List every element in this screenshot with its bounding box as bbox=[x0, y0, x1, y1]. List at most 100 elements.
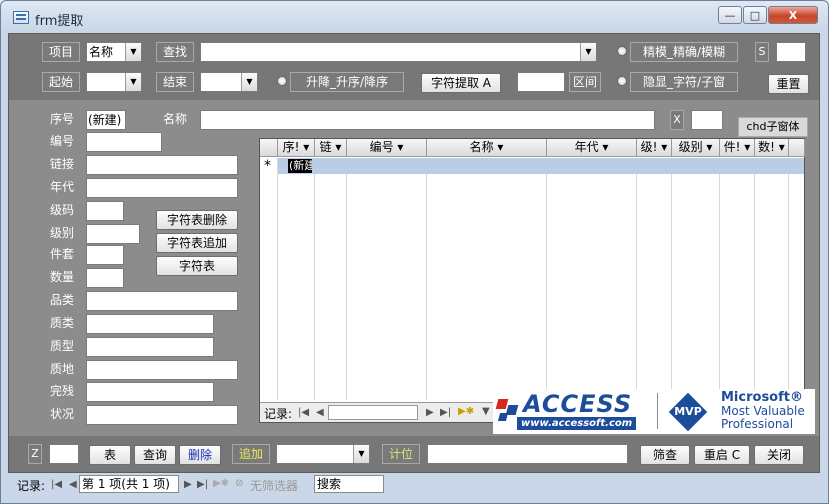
z-field[interactable] bbox=[49, 444, 79, 464]
extract-button[interactable]: 字符提取 A bbox=[421, 73, 501, 93]
dropdown-arrow-icon[interactable]: ▼ bbox=[125, 73, 141, 91]
mvp-line1-text: Most Valuable bbox=[721, 404, 805, 418]
zhixing-field[interactable] bbox=[86, 337, 214, 357]
field-label-jibie: 级别 bbox=[50, 226, 75, 240]
niandai-field[interactable] bbox=[86, 178, 238, 198]
subform-record-label: 记录: bbox=[264, 407, 293, 421]
field-label-jima: 级码 bbox=[50, 203, 75, 217]
dropdown-arrow-icon[interactable]: ▼ bbox=[580, 43, 596, 61]
qujian-field[interactable] bbox=[517, 72, 565, 92]
column-header-jiantao[interactable]: 件! ▾ bbox=[720, 139, 755, 157]
lianjie-field[interactable] bbox=[86, 155, 238, 175]
new-row-xuhao-cell[interactable]: (新建 bbox=[288, 159, 312, 173]
grid-column-line bbox=[278, 158, 315, 400]
char-table-delete-button[interactable]: 字符表删除 bbox=[156, 210, 238, 230]
x-label: X bbox=[670, 110, 684, 130]
wancan-field[interactable] bbox=[86, 382, 214, 402]
subform-datasheet[interactable]: 序! ▾ 链 ▾ 编号 ▾ 名称 ▾ 年代 ▾ 级! ▾ 级别 ▾ 件! ▾ 数… bbox=[259, 138, 805, 423]
column-header-mingcheng[interactable]: 名称 ▾ bbox=[427, 139, 547, 157]
query-button[interactable]: 查询 bbox=[134, 445, 176, 465]
no-filter-icon[interactable]: ⊘ bbox=[235, 478, 243, 489]
restart-button[interactable]: 重启 C bbox=[694, 445, 750, 465]
bianhao-field[interactable] bbox=[86, 132, 162, 152]
new-record-row[interactable] bbox=[278, 158, 804, 174]
last-record-icon[interactable]: ▶| bbox=[440, 407, 451, 418]
next-record-icon[interactable]: ▶ bbox=[426, 407, 434, 418]
grid-column-line bbox=[427, 158, 547, 400]
field-label-bianhao: 编号 bbox=[50, 134, 75, 148]
reset-button[interactable]: 重置 bbox=[768, 74, 809, 94]
jibie-field[interactable] bbox=[86, 224, 140, 244]
char-table-append-button[interactable]: 字符表追加 bbox=[156, 233, 238, 253]
filter-status-text[interactable]: 无筛选器 bbox=[250, 477, 298, 494]
x-field[interactable] bbox=[691, 110, 723, 130]
search-field[interactable]: 搜索 bbox=[314, 475, 384, 493]
column-header-bianhao[interactable]: 编号 ▾ bbox=[347, 139, 427, 157]
dropdown-arrow-icon[interactable]: ▼ bbox=[241, 73, 257, 91]
dropdown-arrow-icon[interactable]: ▼ bbox=[353, 445, 369, 463]
char-table-button[interactable]: 字符表 bbox=[156, 256, 238, 276]
table-button[interactable]: 表 bbox=[89, 445, 131, 465]
field-label-zhilei: 质类 bbox=[50, 316, 75, 330]
append-combo[interactable]: ▼ bbox=[276, 444, 370, 464]
jiwei-label: 计位 bbox=[382, 444, 420, 464]
column-header-filler bbox=[789, 139, 805, 157]
first-record-icon[interactable]: |◀ bbox=[51, 479, 62, 490]
record-navigator: 记录: |◀ ◀ 第 1 项(共 1 项) ▶ ▶| ▶✱ ⊘ 无筛选器 搜索 bbox=[9, 474, 819, 494]
jima-field[interactable] bbox=[86, 201, 124, 221]
record-position-field[interactable]: 第 1 项(共 1 项) bbox=[79, 475, 179, 493]
mingcheng-label: 名称 bbox=[163, 112, 188, 126]
z-label: Z bbox=[28, 444, 42, 464]
xiangmu-combo[interactable]: 名称 ▼ bbox=[86, 42, 142, 62]
jingmo-radio[interactable] bbox=[617, 46, 627, 56]
zhidi-field[interactable] bbox=[86, 360, 238, 380]
zhilei-field[interactable] bbox=[86, 314, 214, 334]
append-label: 追加 bbox=[232, 444, 270, 464]
s-field[interactable] bbox=[776, 42, 806, 62]
mingcheng-field[interactable] bbox=[200, 110, 655, 130]
first-record-icon[interactable]: |◀ bbox=[298, 407, 309, 418]
shaicha-button[interactable]: 筛查 bbox=[640, 445, 690, 465]
access-mvp-logo: ACCESS www.accessoft.com MVP Microsoft® … bbox=[493, 389, 815, 434]
column-header-jibie[interactable]: 级别 ▾ bbox=[672, 139, 720, 157]
close-form-button[interactable]: 关闭 bbox=[754, 445, 804, 465]
window-title: frm提取 bbox=[35, 14, 84, 29]
jieshu-combo[interactable]: ▼ bbox=[200, 72, 258, 92]
prev-record-icon[interactable]: ◀ bbox=[69, 479, 77, 490]
grid-column-line bbox=[347, 158, 427, 400]
pinlei-field[interactable] bbox=[86, 291, 238, 311]
sort-label: 升降_升序/降序 bbox=[290, 72, 404, 92]
jingmo-label: 精模_精确/模糊 bbox=[630, 42, 738, 62]
jiwei-field[interactable] bbox=[427, 444, 628, 464]
grid-column-line bbox=[260, 158, 278, 400]
chd-subform-label: chd子窗体 bbox=[738, 117, 808, 137]
row-selector-header[interactable] bbox=[260, 139, 278, 157]
filter-icon[interactable]: ▼ bbox=[482, 406, 490, 417]
close-button[interactable]: X bbox=[768, 6, 818, 24]
qishi-combo[interactable]: ▼ bbox=[86, 72, 142, 92]
shuliang-field[interactable] bbox=[86, 268, 124, 288]
zhuangkuang-field[interactable] bbox=[86, 405, 238, 425]
maximize-button[interactable]: □ bbox=[743, 6, 767, 24]
subform-record-field[interactable] bbox=[328, 405, 418, 420]
chazhao-combo[interactable]: ▼ bbox=[200, 42, 597, 62]
new-record-icon[interactable]: ▶✱ bbox=[213, 478, 229, 489]
next-record-icon[interactable]: ▶ bbox=[184, 479, 192, 490]
column-header-lian[interactable]: 链 ▾ bbox=[315, 139, 347, 157]
hide-radio[interactable] bbox=[617, 76, 627, 86]
column-header-shuliang[interactable]: 数! ▾ bbox=[755, 139, 789, 157]
column-header-niandai[interactable]: 年代 ▾ bbox=[547, 139, 637, 157]
grid-column-line bbox=[637, 158, 672, 400]
jiantao-field[interactable] bbox=[86, 245, 124, 265]
prev-record-icon[interactable]: ◀ bbox=[316, 407, 324, 418]
minimize-button[interactable]: — bbox=[718, 6, 742, 24]
sort-radio[interactable] bbox=[277, 76, 287, 86]
mvp-badge-text: MVP bbox=[674, 405, 702, 418]
column-header-xuhao[interactable]: 序! ▾ bbox=[278, 139, 315, 157]
last-record-icon[interactable]: ▶| bbox=[197, 479, 208, 490]
dropdown-arrow-icon[interactable]: ▼ bbox=[125, 43, 141, 61]
column-header-jima[interactable]: 级! ▾ bbox=[637, 139, 672, 157]
new-record-icon[interactable]: ▶✱ bbox=[458, 406, 474, 417]
xuhao-field[interactable]: (新建) bbox=[86, 110, 126, 130]
delete-button[interactable]: 删除 bbox=[179, 445, 221, 465]
